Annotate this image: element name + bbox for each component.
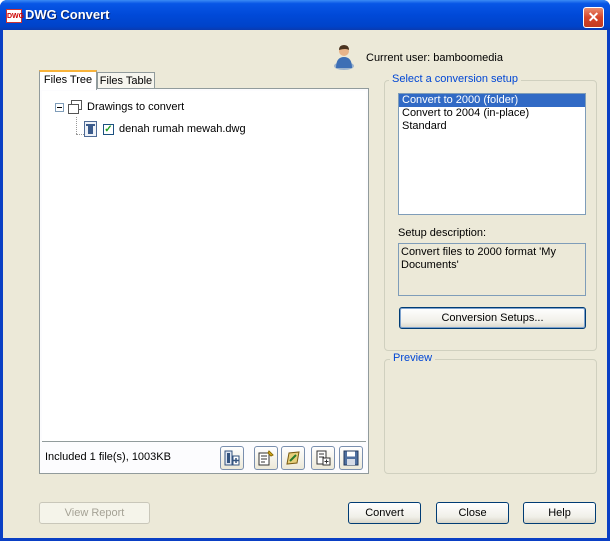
tree-connector <box>76 117 78 134</box>
tree-root-row[interactable]: Drawings to convert <box>55 99 184 115</box>
help-button[interactable]: Help <box>523 502 596 524</box>
files-tree[interactable]: Drawings to convert ✓ denah rumah mewah.… <box>42 91 366 442</box>
conversion-setup-list[interactable]: Convert to 2000 (folder) Convert to 2004… <box>398 93 586 215</box>
files-status-text: Included 1 file(s), 1003KB <box>45 451 171 463</box>
setup-item-convert-2000[interactable]: Convert to 2000 (folder) <box>399 94 585 107</box>
insert-drawing-button[interactable] <box>281 446 305 470</box>
new-list-icon <box>316 450 331 466</box>
dialog-window: DWG DWG Convert ✕ Current user: bamboome… <box>0 0 610 541</box>
save-list-icon <box>343 450 359 466</box>
conversion-setups-button[interactable]: Conversion Setups... <box>399 307 586 329</box>
edit-list-icon <box>258 450 274 466</box>
edit-list-button[interactable] <box>254 446 278 470</box>
add-files-button[interactable] <box>220 446 244 470</box>
files-tree-panel: Drawings to convert ✓ denah rumah mewah.… <box>39 88 369 474</box>
tree-file-label: denah rumah mewah.dwg <box>119 123 246 135</box>
drawings-folder-icon <box>68 100 82 114</box>
new-list-button[interactable] <box>311 446 335 470</box>
convert-button[interactable]: Convert <box>348 502 421 524</box>
dwg-file-icon <box>84 121 97 137</box>
setup-description-box: Convert files to 2000 format 'My Documen… <box>398 243 586 296</box>
tree-connector <box>76 134 84 136</box>
insert-drawing-icon <box>286 451 300 465</box>
file-include-checkbox[interactable]: ✓ <box>103 123 114 135</box>
setup-description-label: Setup description: <box>398 227 487 239</box>
conversion-setup-group-label: Select a conversion setup <box>389 73 521 85</box>
preview-group <box>384 359 597 474</box>
dwg-app-icon: DWG <box>6 9 25 23</box>
tree-root-label: Drawings to convert <box>87 101 185 113</box>
save-list-button[interactable] <box>339 446 363 470</box>
window-title: DWG Convert <box>25 7 110 22</box>
setup-item-convert-2004[interactable]: Convert to 2004 (in-place) <box>399 107 585 120</box>
title-bar[interactable]: DWG DWG Convert ✕ <box>0 0 610 30</box>
dialog-body: Current user: bamboomedia Files Tree Fil… <box>3 30 607 538</box>
tab-files-tree[interactable]: Files Tree <box>39 70 97 90</box>
preview-group-label: Preview <box>390 352 436 364</box>
app-icon-text: DWG <box>7 13 25 20</box>
add-files-icon <box>224 450 240 466</box>
view-report-button[interactable]: View Report <box>39 502 150 524</box>
collapse-icon[interactable] <box>55 102 64 112</box>
tree-file-row[interactable]: ✓ denah rumah mewah.dwg <box>84 121 246 137</box>
current-user-label: Current user: bamboomedia <box>366 52 503 64</box>
setup-item-standard[interactable]: Standard <box>399 120 585 133</box>
close-window-button[interactable]: ✕ <box>583 7 604 28</box>
user-icon <box>334 45 354 70</box>
close-button[interactable]: Close <box>436 502 509 524</box>
